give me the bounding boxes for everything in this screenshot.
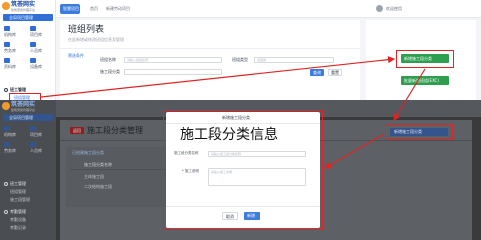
arrow-to-section-page [393, 68, 426, 122]
annotation-arrows [40, 56, 426, 169]
arrow-to-add-button [40, 56, 396, 98]
arrow-to-modal [323, 133, 385, 169]
